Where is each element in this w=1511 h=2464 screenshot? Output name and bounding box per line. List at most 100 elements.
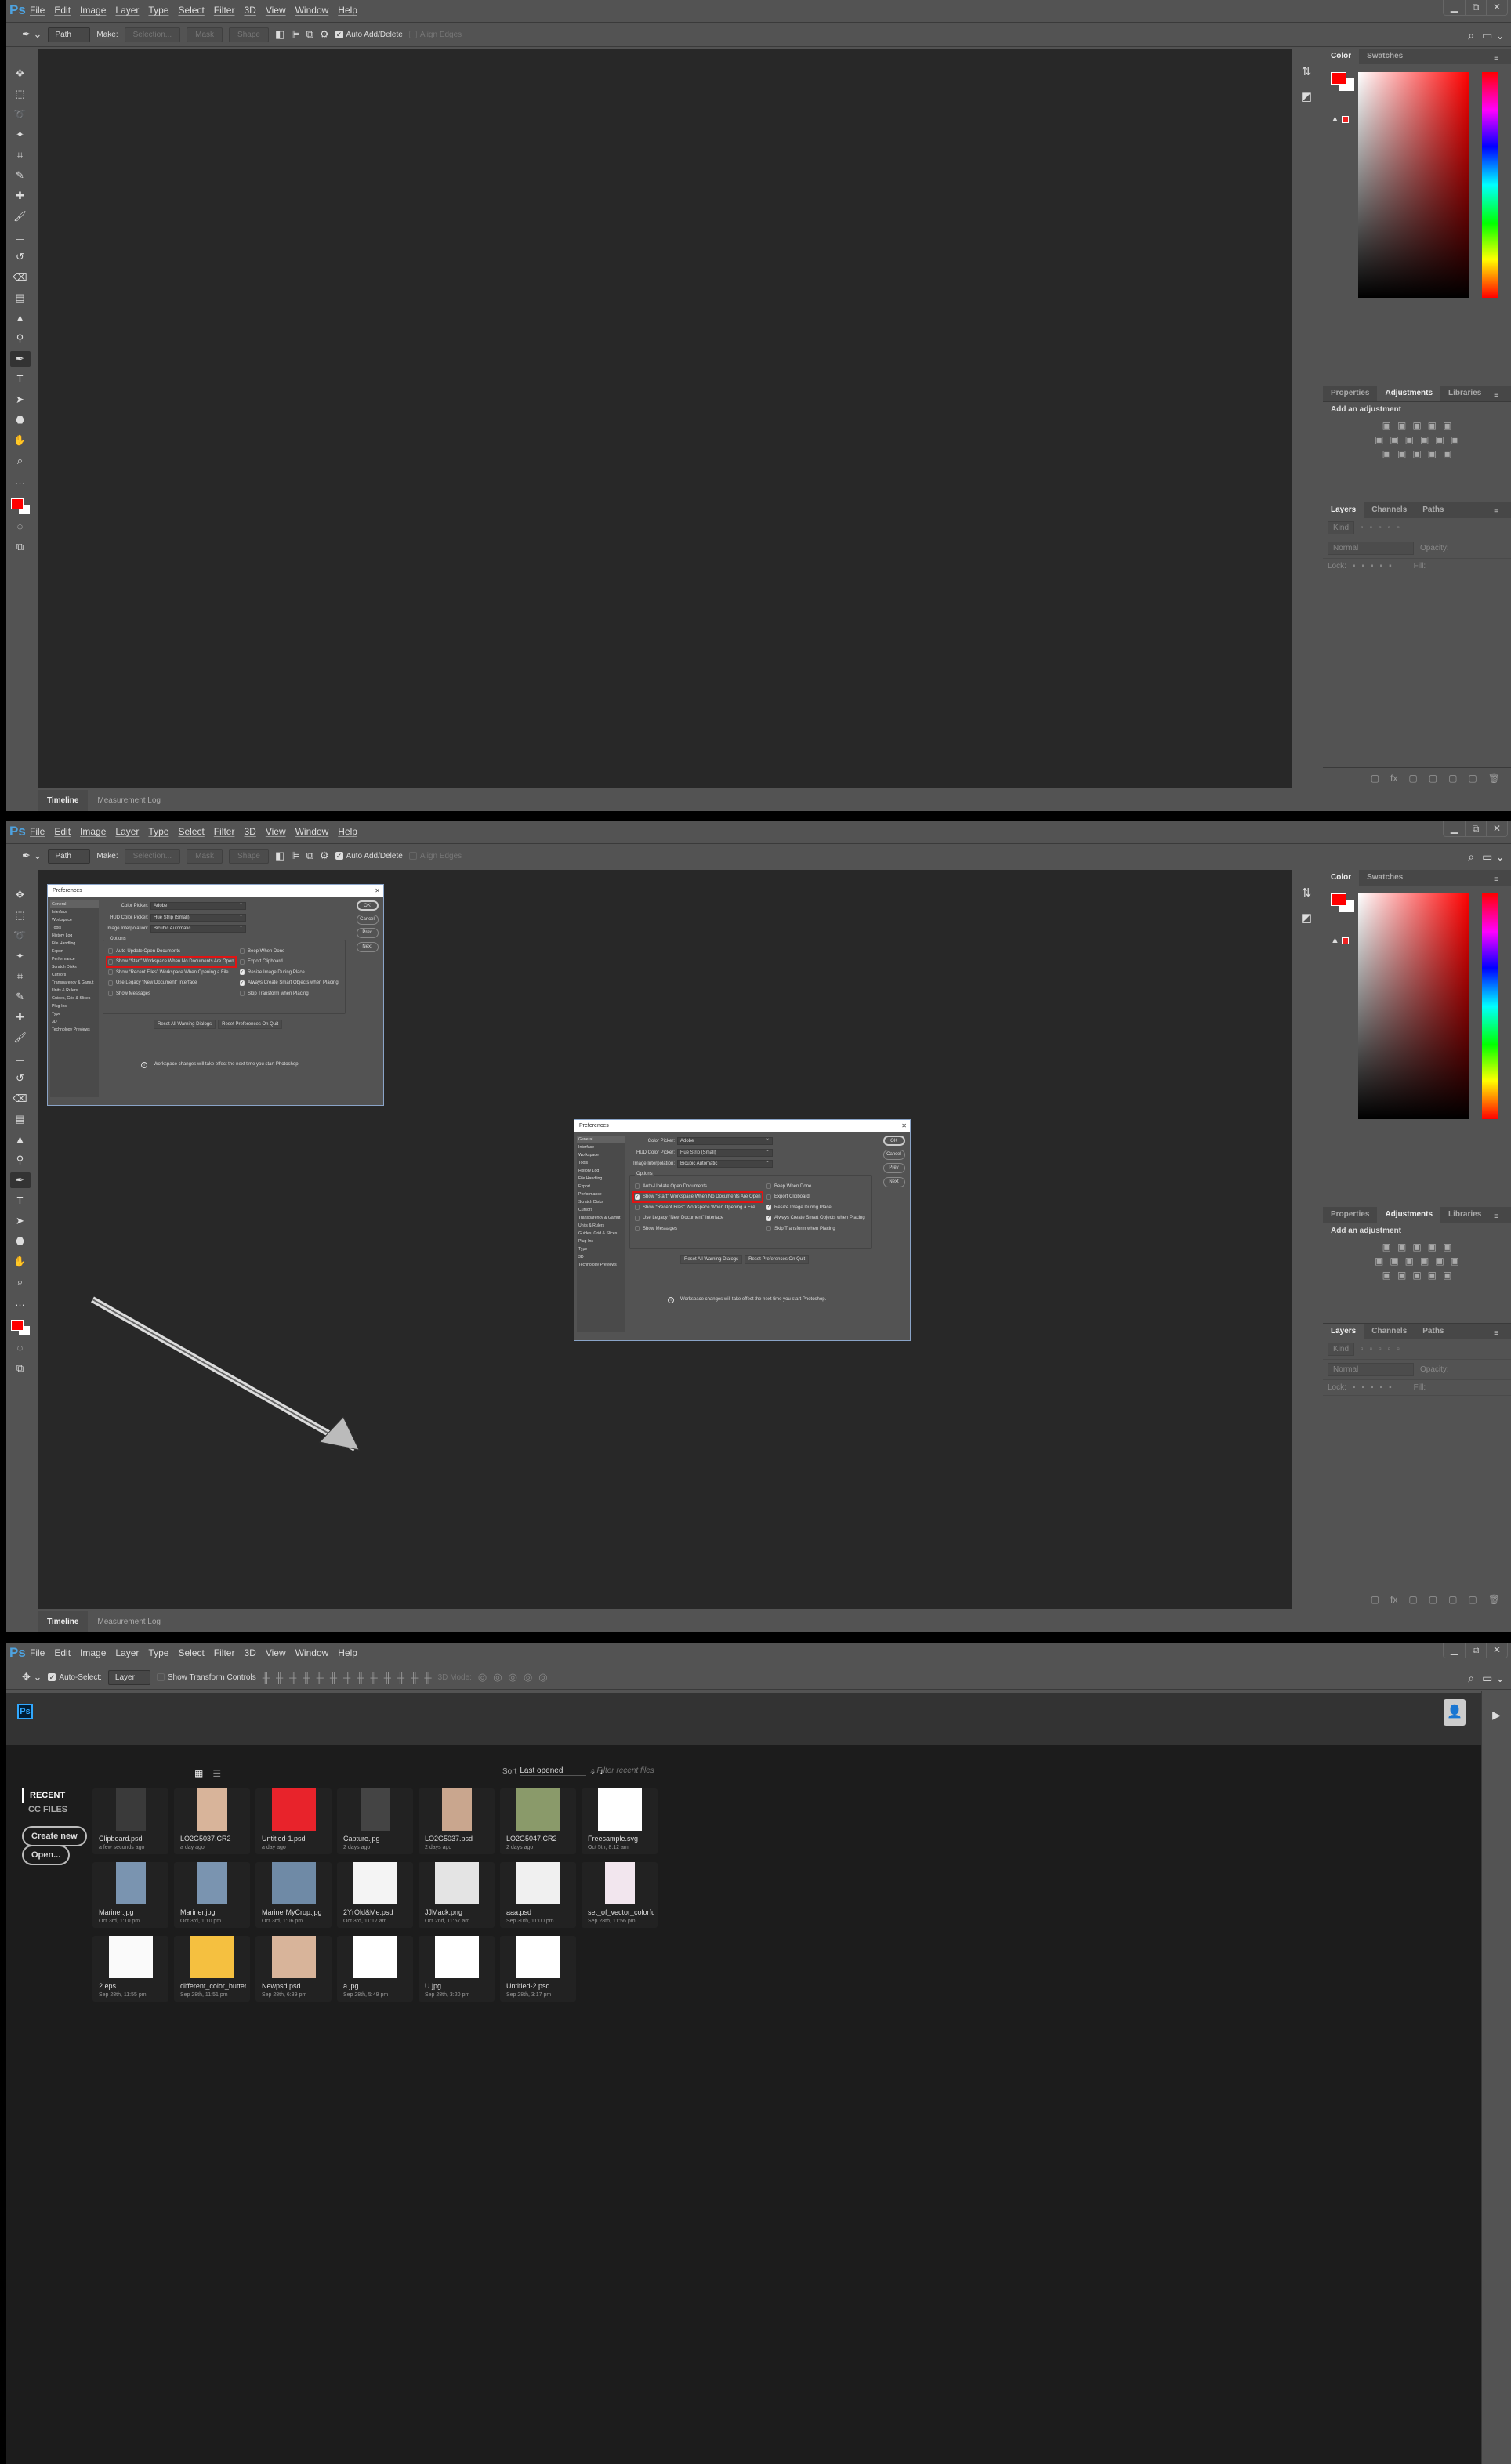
menu-file[interactable]: File [30, 1647, 45, 1658]
lock-pixels-icon[interactable]: ▪ [1353, 562, 1356, 571]
link-icon[interactable]: ▢ [1371, 773, 1379, 784]
foreground-color[interactable] [1331, 72, 1346, 85]
posterize-icon[interactable]: ▣ [1397, 448, 1406, 459]
make-shape-button[interactable]: Shape [229, 848, 269, 864]
nav-general[interactable]: General [577, 1136, 625, 1143]
menu-filter[interactable]: Filter [214, 1647, 235, 1658]
curves-icon[interactable]: ▣ [1412, 420, 1421, 431]
align-right-icon[interactable]: ╫ [330, 1672, 337, 1683]
recent-file-card[interactable]: 2.eps Sep 28th, 11:55 pm [92, 1936, 168, 2002]
menu-layer[interactable]: Layer [115, 826, 139, 837]
make-mask-button[interactable]: Mask [187, 27, 223, 42]
tab-paths[interactable]: Paths [1415, 1324, 1451, 1339]
3d-orbit-icon[interactable]: ◎ [478, 1671, 487, 1683]
create-new-button[interactable]: Create new [22, 1826, 87, 1846]
tab-adjustments[interactable]: Adjustments [1377, 1207, 1441, 1223]
filter-smart-object-icon[interactable]: ▫ [1397, 1345, 1400, 1353]
foreground-color[interactable] [10, 498, 24, 509]
blend-mode-select[interactable]: Normal [1328, 1363, 1414, 1376]
close-window-button[interactable]: ✕ [1486, 1643, 1507, 1658]
color-balance-icon[interactable]: ▣ [1390, 434, 1398, 445]
close-window-button[interactable]: ✕ [1486, 821, 1507, 836]
restore-button[interactable]: ⧉ [1465, 1643, 1486, 1658]
adjustment-icon[interactable]: ▢ [1429, 1594, 1437, 1605]
exposure-icon[interactable]: ▣ [1428, 1241, 1437, 1252]
menu-image[interactable]: Image [80, 5, 106, 16]
lock-position-icon[interactable]: ▪ [1371, 562, 1374, 571]
filter-adjustment-icon[interactable]: ▫ [1370, 1345, 1373, 1353]
distribute-top-icon[interactable]: ╫ [343, 1672, 350, 1683]
shape-tool-icon[interactable]: ⬣ [10, 1234, 31, 1249]
group-icon[interactable]: ▢ [1448, 773, 1457, 784]
layer-kind-filter[interactable]: Kind [1328, 521, 1355, 534]
shape-tool-icon[interactable]: ⬣ [10, 412, 31, 428]
marquee-tool-icon[interactable]: ⬚ [10, 86, 31, 102]
option-checkbox[interactable]: Use Legacy “New Document” Interface [635, 1215, 761, 1222]
hue-sat-icon[interactable]: ▣ [1375, 434, 1383, 445]
type-tool-icon[interactable]: T [10, 371, 31, 387]
workspace-switcher-icon[interactable]: ▭ ⌄ [1482, 1672, 1505, 1685]
menu-view[interactable]: View [266, 826, 286, 837]
tab-paths[interactable]: Paths [1415, 502, 1451, 518]
menu-layer[interactable]: Layer [115, 1647, 139, 1658]
recent-file-card[interactable]: U.jpg Sep 28th, 3:20 pm [419, 1936, 495, 2002]
levels-icon[interactable]: ▣ [1397, 420, 1406, 431]
trash-icon[interactable]: 🗑 [1488, 1594, 1500, 1605]
filter-image-icon[interactable]: ▫ [1361, 1345, 1364, 1353]
lock-position-icon[interactable]: ▪ [1371, 1383, 1374, 1392]
hud-color-picker-select[interactable]: Hue Strip (Small) [677, 1147, 773, 1157]
properties-panel-icon[interactable]: ◩ [1301, 89, 1312, 103]
nav-workspace[interactable]: Workspace [577, 1151, 625, 1159]
channel-mixer-icon[interactable]: ▣ [1435, 434, 1444, 445]
tab-libraries[interactable]: Libraries [1440, 1207, 1489, 1223]
eyedropper-tool-icon[interactable]: ✎ [10, 989, 31, 1005]
exposure-icon[interactable]: ▣ [1428, 420, 1437, 431]
tab-swatches[interactable]: Swatches [1359, 870, 1411, 886]
tab-measurement-log[interactable]: Measurement Log [88, 790, 170, 811]
pen-tool-icon[interactable]: ✒ ⌄ [22, 850, 42, 862]
nav-tools[interactable]: Tools [577, 1159, 625, 1167]
nav-plug-ins[interactable]: Plug-Ins [50, 1002, 99, 1010]
filter-shape-icon[interactable]: ▫ [1388, 524, 1391, 532]
fx-icon[interactable]: fx [1390, 773, 1397, 784]
menu-type[interactable]: Type [148, 826, 168, 837]
marquee-tool-icon[interactable]: ⬚ [10, 908, 31, 923]
restore-button[interactable]: ⧉ [1465, 821, 1486, 836]
color-field[interactable] [1358, 893, 1469, 1119]
option-checkbox[interactable]: Skip Transform when Placing [766, 1225, 865, 1232]
lock-paint-icon[interactable]: ▪ [1361, 1383, 1364, 1392]
panel-menu-icon[interactable]: ≡ [1486, 1326, 1506, 1341]
recent-file-card[interactable]: MarinerMyCrop.jpg Oct 3rd, 1:06 pm [255, 1862, 332, 1928]
vibrance-icon[interactable]: ▣ [1443, 1241, 1451, 1252]
list-view-icon[interactable]: ☰ [212, 1768, 221, 1779]
filter-type-icon[interactable]: ▫ [1379, 524, 1382, 532]
dodge-tool-icon[interactable]: ⚲ [10, 1152, 31, 1168]
tab-adjustments[interactable]: Adjustments [1377, 386, 1441, 401]
history-panel-icon[interactable]: ⇅ [1302, 64, 1312, 78]
minimize-button[interactable]: ▁ [1444, 0, 1465, 15]
menu-3d[interactable]: 3D [244, 826, 255, 837]
eyedropper-tool-icon[interactable]: ✎ [10, 168, 31, 183]
nav-units-rulers[interactable]: Units & Rulers [577, 1222, 625, 1230]
nav-performance[interactable]: Performance [577, 1190, 625, 1198]
color-lookup-icon[interactable]: ▣ [1451, 434, 1459, 445]
menu-select[interactable]: Select [178, 826, 204, 837]
align-top-icon[interactable]: ╫ [263, 1672, 270, 1683]
nav-guides-grid-slices[interactable]: Guides, Grid & Slices [50, 995, 99, 1002]
zoom-tool-icon[interactable]: ⌕ [10, 453, 31, 469]
photo-filter-icon[interactable]: ▣ [1420, 1256, 1429, 1266]
image-interpolation-select[interactable]: Bicubic Automatic [150, 923, 246, 933]
dodge-tool-icon[interactable]: ⚲ [10, 331, 31, 346]
workspace-switcher-icon[interactable]: ▭ ⌄ [1482, 29, 1505, 42]
sort-control[interactable]: Sort Last opened ⌄ ↓ [502, 1766, 603, 1776]
blur-tool-icon[interactable]: ▲ [10, 1132, 31, 1147]
screen-mode-icon[interactable]: ⧉ [10, 1361, 31, 1376]
properties-panel-icon[interactable]: ◩ [1301, 911, 1312, 925]
nav-3d[interactable]: 3D [577, 1253, 625, 1261]
option-checkbox[interactable]: Use Legacy “New Document” Interface [108, 980, 234, 987]
distribute-left-icon[interactable]: ╫ [384, 1672, 391, 1683]
option-checkbox[interactable]: Beep When Done [240, 948, 339, 955]
restore-button[interactable]: ⧉ [1465, 0, 1486, 15]
play-icon[interactable]: ▶ [1492, 1708, 1501, 1721]
path-select-tool-icon[interactable]: ➤ [10, 1213, 31, 1229]
